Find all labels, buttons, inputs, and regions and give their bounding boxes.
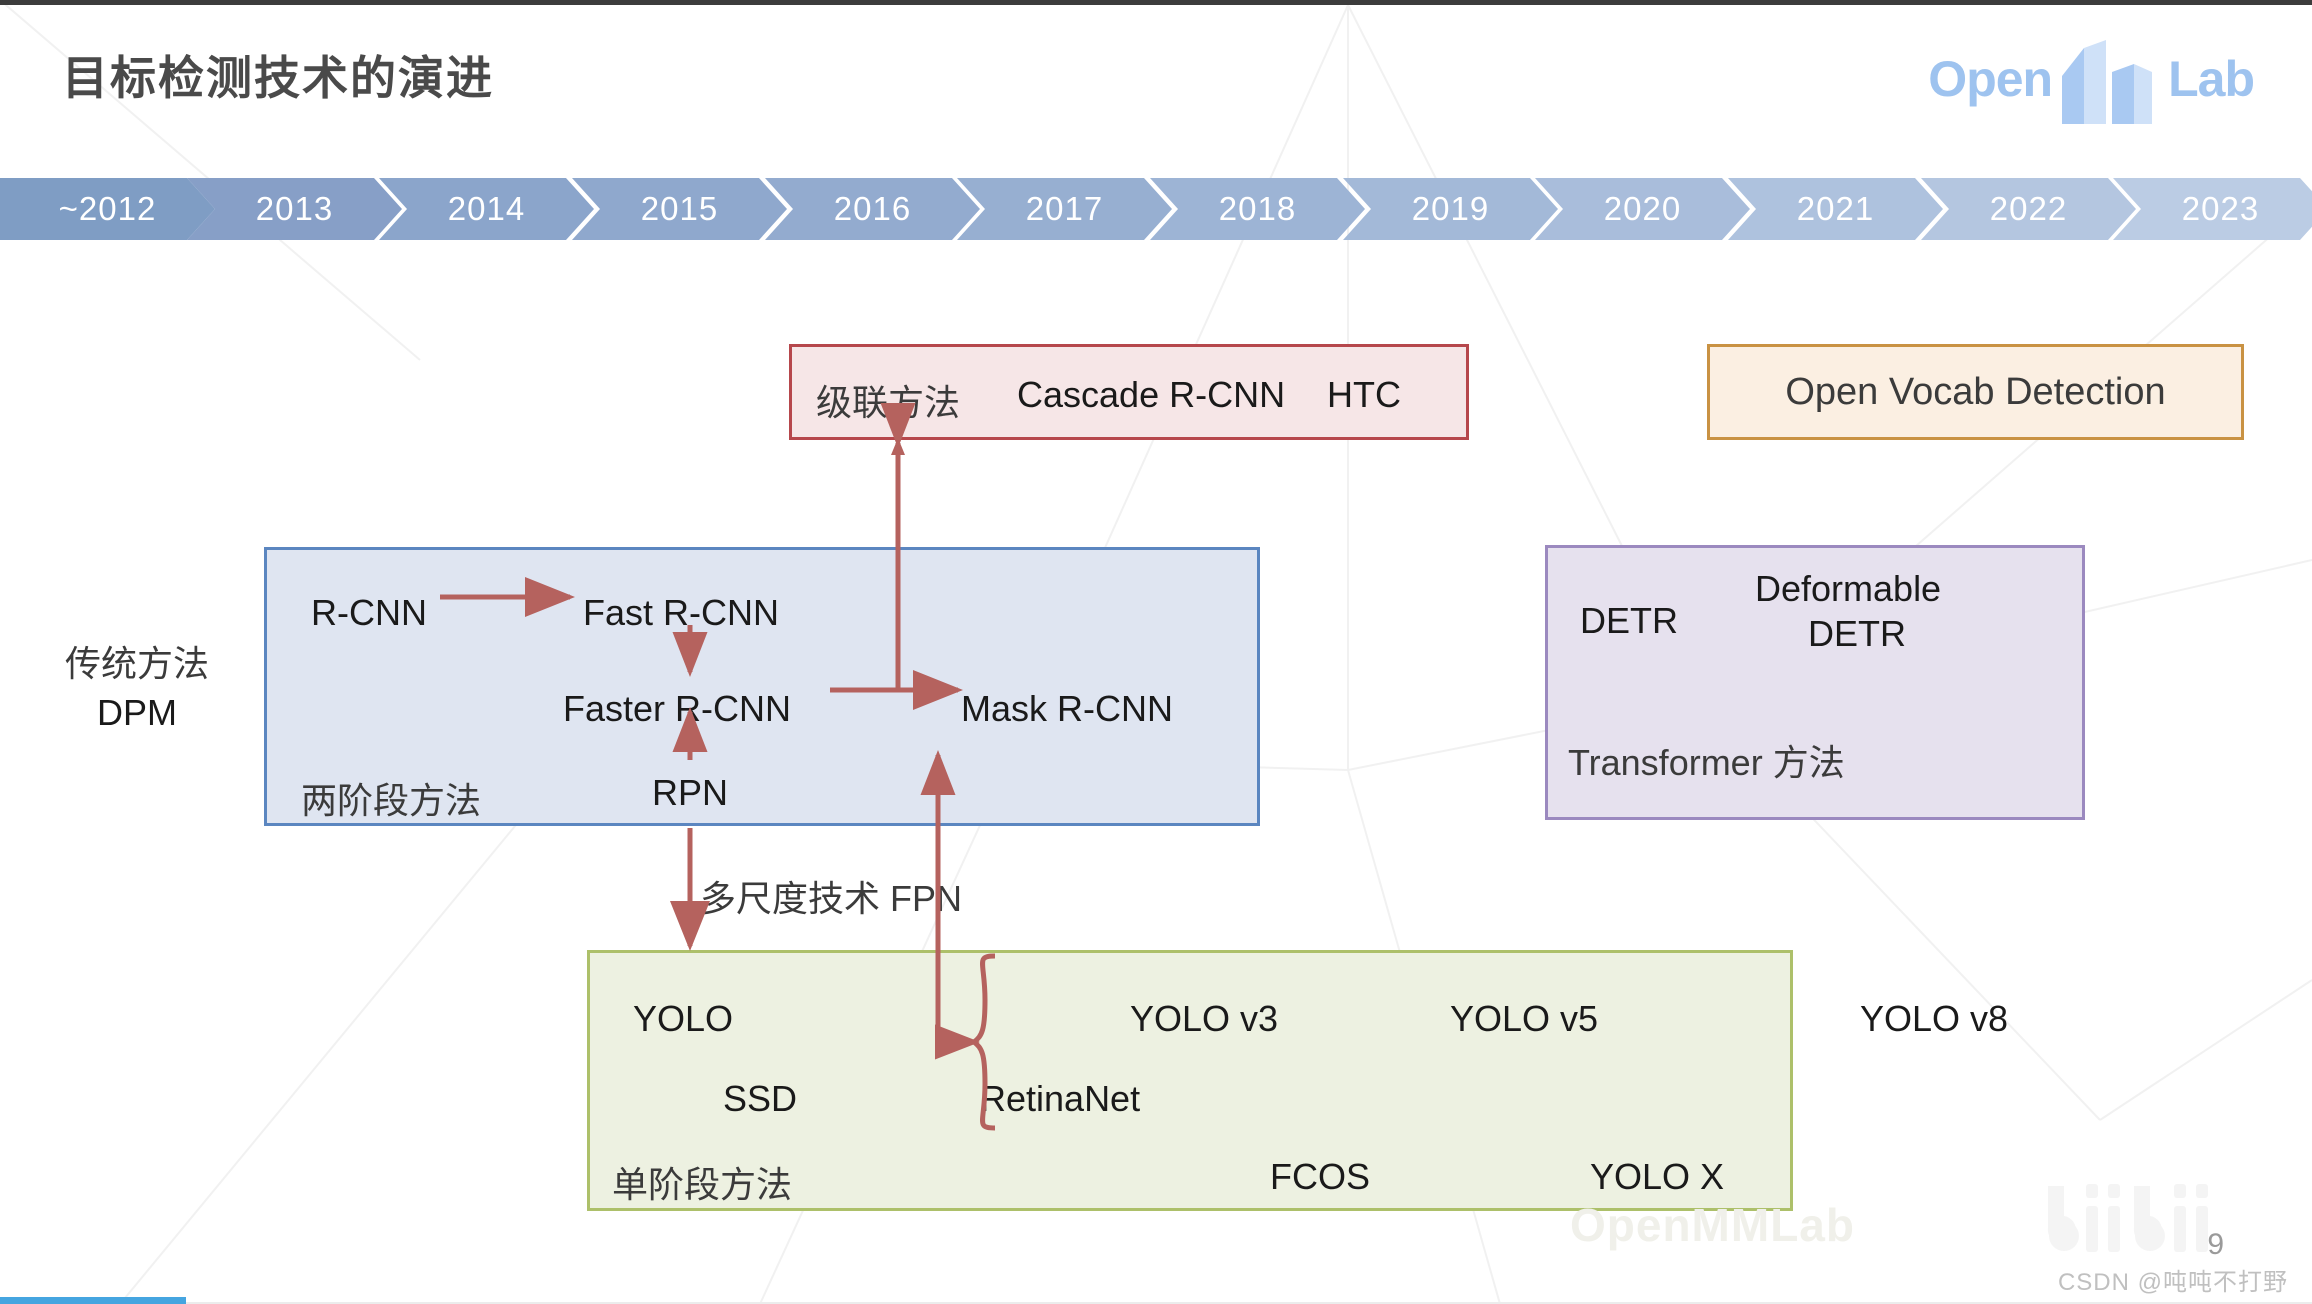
method-cascade-rcnn: Cascade R-CNN — [1017, 374, 1286, 415]
method-retinanet: RetinaNet — [980, 1078, 1141, 1119]
slide-canvas: 目标检测技术的演进 Open Lab ~2012 2013 2014 2015 2016… — [0, 0, 2312, 1304]
cascade-methods-box: 级联方法 Cascade R-CNN HTC — [789, 344, 1469, 440]
method-yolo-v3: YOLO v3 — [1130, 998, 1279, 1039]
timeline-item-label: 2018 — [1218, 190, 1297, 227]
timeline-item-2018[interactable]: 2018 — [1150, 178, 1365, 240]
transformer-methods-box: DETR Deformable DETR Transformer 方法 — [1545, 545, 2085, 820]
method-dpm: DPM — [97, 691, 177, 733]
timeline-item-2019[interactable]: 2019 — [1343, 178, 1558, 240]
method-fast-rcnn: Fast R-CNN — [583, 592, 779, 633]
two-stage-methods-box: R-CNN Fast R-CNN Faster R-CNN Mask R-CNN… — [264, 547, 1260, 826]
timeline: ~2012 2013 2014 2015 2016 2017 2018 2019 2020 202… — [0, 178, 2312, 240]
timeline-item-label: 2016 — [833, 190, 912, 227]
method-yolo-v5: YOLO v5 — [1450, 998, 1599, 1039]
progress-bar[interactable] — [0, 1297, 186, 1304]
transformer-group-label: Transformer 方法 — [1568, 742, 1845, 783]
timeline-item-label: 2019 — [1411, 190, 1490, 227]
timeline-item-label: 2013 — [255, 190, 334, 227]
open-vocab-label: Open Vocab Detection — [1785, 370, 2166, 413]
open-vocab-detection-box: Open Vocab Detection — [1707, 344, 2244, 440]
method-rcnn: R-CNN — [311, 592, 427, 633]
top-strip — [0, 0, 2312, 5]
method-deformable-detr-line2: DETR — [1808, 613, 1906, 654]
method-htc: HTC — [1327, 374, 1401, 415]
openmmlab-logo: Open Lab — [1928, 40, 2255, 124]
page-number: 9 — [2207, 1228, 2224, 1261]
timeline-item-2014[interactable]: 2014 — [379, 178, 594, 240]
method-fcos: FCOS — [1270, 1156, 1371, 1197]
csdn-credit: CSDN @吨吨不打野 — [2057, 1269, 2288, 1296]
timeline-item-2015[interactable]: 2015 — [572, 178, 787, 240]
method-ssd: SSD — [723, 1078, 798, 1119]
timeline-item-2012[interactable]: ~2012 — [0, 178, 215, 240]
page-title: 目标检测技术的演进 — [62, 52, 494, 104]
timeline-item-label: 2015 — [640, 190, 719, 227]
timeline-item-label: 2020 — [1603, 190, 1682, 227]
method-yolo-v8: YOLO v8 — [1860, 998, 2009, 1039]
method-detr: DETR — [1580, 600, 1678, 641]
timeline-item-2021[interactable]: 2021 — [1728, 178, 1943, 240]
single-stage-group-label: 单阶段方法 — [612, 1164, 793, 1205]
timeline-item-2017[interactable]: 2017 — [957, 178, 1172, 240]
timeline-item-2020[interactable]: 2020 — [1535, 178, 1750, 240]
timeline-item-label: 2022 — [1989, 190, 2068, 227]
timeline-item-label: 2023 — [2181, 190, 2260, 227]
timeline-item-label: 2021 — [1796, 190, 1875, 227]
timeline-item-2013[interactable]: 2013 — [187, 178, 402, 240]
logo-text-lab: Lab — [2168, 51, 2255, 107]
method-rpn: RPN — [652, 772, 729, 813]
timeline-item-2016[interactable]: 2016 — [765, 178, 980, 240]
timeline-item-2023[interactable]: 2023 — [2113, 178, 2312, 240]
cascade-group-label: 级联方法 — [816, 382, 961, 423]
method-faster-rcnn: Faster R-CNN — [563, 688, 792, 729]
two-stage-group-label: 两阶段方法 — [301, 780, 482, 821]
method-yolo-x: YOLO X — [1590, 1156, 1725, 1197]
logo-text-open: Open — [1928, 51, 2053, 107]
method-deformable-detr-line1: Deformable — [1755, 568, 1942, 609]
method-mask-rcnn: Mask R-CNN — [961, 688, 1173, 729]
traditional-group-label: 传统方法 — [64, 643, 209, 684]
timeline-item-2022[interactable]: 2022 — [1921, 178, 2136, 240]
method-yolo: YOLO — [633, 998, 734, 1039]
timeline-item-label: 2017 — [1025, 190, 1104, 227]
logo-mm-icon — [2054, 40, 2166, 124]
traditional-methods-label: 传统方法 DPM — [32, 640, 242, 737]
timeline-item-label: ~2012 — [58, 190, 157, 227]
openmmlab-watermark: OpenMMLab — [1570, 1199, 1855, 1251]
timeline-item-label: 2014 — [447, 190, 526, 227]
fpn-connector-label: 多尺度技术 FPN — [700, 878, 963, 919]
single-stage-methods-box: YOLO YOLO v3 YOLO v5 YOLO v8 SSD RetinaN… — [587, 950, 2008, 1211]
